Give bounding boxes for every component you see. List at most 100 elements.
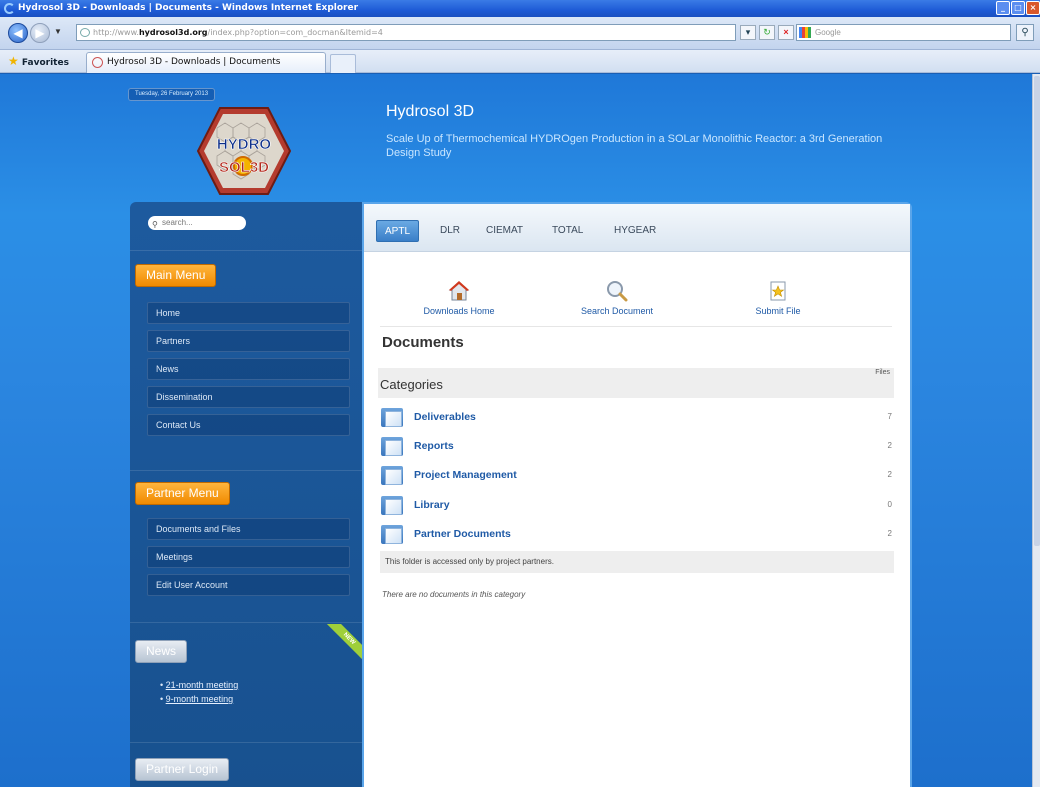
magnifier-icon[interactable] <box>606 280 628 302</box>
folder-icon <box>380 435 404 457</box>
news-item[interactable]: 21-month meeting <box>160 678 239 692</box>
partner-access-note: This folder is accessed only by project … <box>380 551 894 573</box>
divider <box>130 622 364 623</box>
minimize-button[interactable]: _ <box>996 1 1010 15</box>
downloads-home-link[interactable]: Downloads Home <box>399 306 519 316</box>
menu-item-meetings[interactable]: Meetings <box>147 546 350 568</box>
favorites-label: Favorites <box>21 58 69 68</box>
category-row[interactable]: Reports 2 <box>380 433 892 461</box>
date-display: Tuesday, 26 February 2013 <box>128 88 216 101</box>
menu-item-partners[interactable]: Partners <box>147 330 350 352</box>
category-link[interactable]: Partner Documents <box>414 528 511 540</box>
category-file-count: 0 <box>887 500 892 509</box>
home-icon[interactable] <box>448 280 470 302</box>
history-dropdown-icon[interactable]: ▼ <box>54 27 62 36</box>
page-scrollbar[interactable] <box>1032 74 1040 787</box>
address-path: /index.php?option=com_docman&Itemid=4 <box>207 28 383 37</box>
folder-icon <box>380 464 404 486</box>
window-controls: _ □ × <box>996 1 1040 15</box>
site-subtitle: Scale Up of Thermochemical HYDROgen Prod… <box>386 133 883 159</box>
ie-icon <box>4 3 15 14</box>
divider <box>130 470 364 471</box>
category-file-count: 2 <box>887 529 892 538</box>
left-sidebar: ⚲ search... Main Menu Home Partners News… <box>130 202 364 787</box>
scrollbar-thumb[interactable] <box>1034 76 1040 546</box>
folder-icon <box>380 406 404 428</box>
close-window-button[interactable]: × <box>1026 1 1040 15</box>
tab-hygear[interactable]: HYGEAR <box>614 220 656 242</box>
star-icon: ★ <box>8 54 19 68</box>
address-dropdown-icon[interactable]: ▾ <box>740 25 756 40</box>
categories-title: Categories <box>380 377 443 392</box>
submit-file-icon[interactable] <box>767 280 789 302</box>
maximize-button[interactable]: □ <box>1011 1 1025 15</box>
folder-icon <box>380 523 404 545</box>
browser-search-input[interactable]: Google <box>796 24 1011 41</box>
news-link[interactable]: 9-month meeting <box>166 694 234 704</box>
browser-search-placeholder: Google <box>815 28 841 37</box>
tab-aptl[interactable]: APTL <box>376 220 420 242</box>
main-content: APTL DLR CIEMAT TOTAL HYGEAR Downloads H… <box>362 202 912 787</box>
stop-icon[interactable]: × <box>778 25 794 40</box>
partner-tabs: APTL DLR CIEMAT TOTAL HYGEAR <box>364 204 910 252</box>
news-item[interactable]: 9-month meeting <box>160 692 238 706</box>
category-link[interactable]: Deliverables <box>414 411 476 423</box>
address-bar[interactable]: http://www.hydrosol3d.org/index.php?opti… <box>76 24 736 41</box>
tab-title: Hydrosol 3D - Downloads | Documents <box>107 57 281 67</box>
new-tab-button[interactable] <box>330 54 356 73</box>
tab-total[interactable]: TOTAL <box>552 220 583 242</box>
favorites-button[interactable]: ★ Favorites <box>8 54 69 68</box>
address-domain: hydrosol3d.org <box>138 28 208 37</box>
page-viewport: Tuesday, 26 February 2013 HYDRO SOL3D Hy… <box>0 74 1040 787</box>
forward-button[interactable]: ▶ <box>30 23 50 43</box>
documents-title: Documents <box>382 334 464 351</box>
main-menu-heading: Main Menu <box>135 264 217 287</box>
category-row[interactable]: Library 0 <box>380 492 892 520</box>
category-file-count: 2 <box>887 441 892 450</box>
menu-item-home[interactable]: Home <box>147 302 350 324</box>
browser-tab[interactable]: Hydrosol 3D - Downloads | Documents <box>86 52 326 73</box>
refresh-icon[interactable]: ↻ <box>759 25 775 40</box>
category-file-count: 2 <box>887 470 892 479</box>
site-title: Hydrosol 3D <box>386 103 475 120</box>
category-row[interactable]: Deliverables 7 <box>380 404 892 432</box>
window-title: Hydrosol 3D - Downloads | Documents - Wi… <box>18 3 359 13</box>
category-row[interactable]: Partner Documents 2 <box>380 521 892 549</box>
category-link[interactable]: Project Management <box>414 469 517 481</box>
window-titlebar: Hydrosol 3D - Downloads | Documents - Wi… <box>0 0 1040 17</box>
categories-header: Categories Files <box>378 368 894 398</box>
search-icon: ⚲ <box>152 220 158 229</box>
search-go-icon[interactable]: ⚲ <box>1016 24 1034 41</box>
partner-menu-heading: Partner Menu <box>135 482 230 505</box>
divider <box>130 742 364 743</box>
site-search-placeholder: search... <box>162 218 193 227</box>
hydrosol-logo[interactable]: HYDRO SOL3D <box>197 106 291 196</box>
menu-item-news[interactable]: News <box>147 358 350 380</box>
category-row[interactable]: Project Management 2 <box>380 462 892 490</box>
tab-ciemat[interactable]: CIEMAT <box>486 220 523 242</box>
browser-tabs-bar: ★ Favorites Hydrosol 3D - Downloads | Do… <box>0 50 1040 73</box>
menu-item-documents-and-files[interactable]: Documents and Files <box>147 518 350 540</box>
empty-category-note: There are no documents in this category <box>382 590 526 599</box>
menu-item-edit-user-account[interactable]: Edit User Account <box>147 574 350 596</box>
back-button[interactable]: ◀ <box>8 23 28 43</box>
news-link[interactable]: 21-month meeting <box>166 680 239 690</box>
page-icon <box>80 28 90 37</box>
folder-icon <box>380 494 404 516</box>
tab-dlr[interactable]: DLR <box>440 220 460 242</box>
new-ribbon-label: NEW <box>327 624 367 664</box>
category-link[interactable]: Reports <box>414 440 454 452</box>
address-prefix: http://www. <box>93 28 139 37</box>
submit-file-link[interactable]: Submit File <box>718 306 838 316</box>
tab-page-icon <box>92 57 103 68</box>
address-tools: ▾ ↻ × <box>740 25 794 40</box>
menu-item-dissemination[interactable]: Dissemination <box>147 386 350 408</box>
site-search-input[interactable]: ⚲ search... <box>148 216 246 230</box>
news-list: 21-month meeting 9-month meeting <box>160 678 239 706</box>
category-file-count: 7 <box>887 412 892 421</box>
category-link[interactable]: Library <box>414 499 450 511</box>
new-ribbon: NEW <box>327 624 367 664</box>
search-document-link[interactable]: Search Document <box>557 306 677 316</box>
menu-item-contact-us[interactable]: Contact Us <box>147 414 350 436</box>
google-icon <box>799 27 811 38</box>
